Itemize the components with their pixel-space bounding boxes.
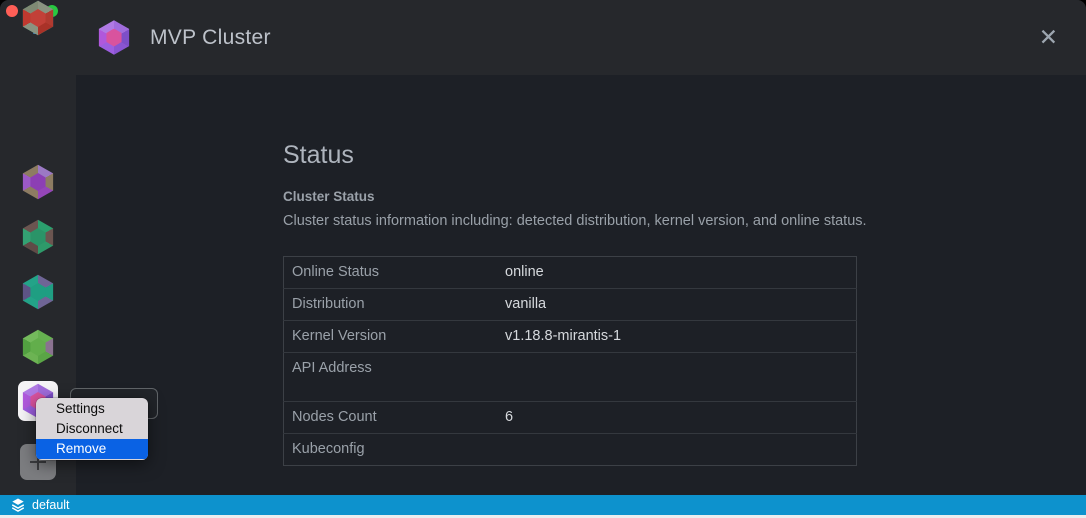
cluster-icon-center bbox=[29, 338, 47, 356]
sidebar-cluster-item[interactable] bbox=[20, 329, 56, 365]
cluster-icon bbox=[20, 164, 56, 200]
cluster-status-table: Online Status online Distribution vanill… bbox=[283, 256, 857, 466]
cluster-icon bbox=[20, 0, 56, 36]
sidebar-cluster-item[interactable] bbox=[20, 164, 56, 200]
cluster-icon bbox=[20, 274, 56, 310]
cluster-title: MVP Cluster bbox=[150, 26, 1035, 50]
table-row: Kernel Version v1.18.8-mirantis-1 bbox=[284, 321, 857, 353]
sidebar-cluster-item[interactable] bbox=[20, 274, 56, 310]
row-value: online bbox=[497, 257, 857, 289]
row-value bbox=[497, 353, 857, 402]
row-label: Kubeconfig bbox=[284, 434, 498, 466]
section-heading: Cluster Status bbox=[283, 189, 1086, 204]
sidebar-cluster-item[interactable] bbox=[20, 0, 56, 36]
status-bar[interactable]: default bbox=[0, 495, 1086, 515]
content-column: MVP Cluster ✕ Status Cluster Status Clus… bbox=[76, 0, 1086, 495]
cluster-status-page: Status Cluster Status Cluster status inf… bbox=[76, 75, 1086, 495]
row-value: v1.18.8-mirantis-1 bbox=[497, 321, 857, 353]
cluster-icon bbox=[20, 329, 56, 365]
close-cluster-icon[interactable]: ✕ bbox=[1035, 24, 1062, 51]
cluster-icon-center bbox=[29, 9, 47, 27]
row-label: Distribution bbox=[284, 289, 498, 321]
table-row: Distribution vanilla bbox=[284, 289, 857, 321]
cluster-header-icon bbox=[96, 20, 132, 56]
row-label: API Address bbox=[284, 353, 498, 402]
cluster-icon-center bbox=[29, 228, 47, 246]
table-row: API Address bbox=[284, 353, 857, 402]
cluster-context-menu: Settings Disconnect Remove bbox=[36, 398, 148, 460]
row-label: Kernel Version bbox=[284, 321, 498, 353]
section-description: Cluster status information including: de… bbox=[283, 213, 1086, 229]
active-context-label: default bbox=[32, 498, 70, 512]
table-row: Kubeconfig bbox=[284, 434, 857, 466]
layers-icon bbox=[11, 498, 25, 512]
menu-item-disconnect[interactable]: Disconnect bbox=[36, 419, 148, 439]
row-value: vanilla bbox=[497, 289, 857, 321]
app-window: MVP Cluster ✕ Status Cluster Status Clus… bbox=[0, 0, 1086, 518]
close-window-button[interactable] bbox=[6, 5, 18, 17]
main-row: MVP Cluster ✕ Status Cluster Status Clus… bbox=[0, 0, 1086, 495]
row-value: 6 bbox=[497, 402, 857, 434]
cluster-titlebar: MVP Cluster ✕ bbox=[76, 0, 1086, 75]
cluster-icon bbox=[20, 219, 56, 255]
cluster-icon-center bbox=[29, 283, 47, 301]
table-row: Online Status online bbox=[284, 257, 857, 289]
row-label: Nodes Count bbox=[284, 402, 498, 434]
row-value bbox=[497, 434, 857, 466]
cluster-icon-center bbox=[105, 29, 123, 47]
cluster-icon-center bbox=[29, 173, 47, 191]
page-title: Status bbox=[283, 141, 1086, 170]
row-label: Online Status bbox=[284, 257, 498, 289]
table-row: Nodes Count 6 bbox=[284, 402, 857, 434]
menu-item-remove[interactable]: Remove bbox=[36, 439, 148, 459]
sidebar-cluster-item[interactable] bbox=[20, 219, 56, 255]
menu-item-settings[interactable]: Settings bbox=[36, 399, 148, 419]
